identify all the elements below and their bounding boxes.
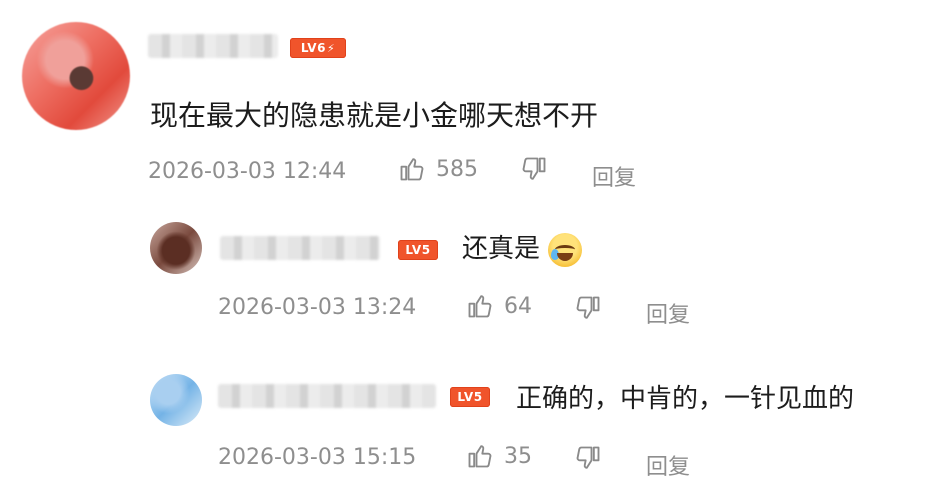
username-blurred[interactable] <box>148 34 278 58</box>
like-button[interactable] <box>466 292 494 320</box>
reply-text: 正确的，中肯的，一针见血的 <box>516 384 855 414</box>
timestamp: 2026-03-03 12:44 <box>148 158 347 184</box>
reply-button[interactable]: 回复 <box>646 297 690 329</box>
dislike-button[interactable] <box>520 155 548 183</box>
comment-meta: 2026-03-03 12:44 <box>148 156 346 186</box>
avatar[interactable] <box>150 222 202 274</box>
reply-button[interactable]: 回复 <box>592 160 636 192</box>
like-count: 585 <box>436 157 478 182</box>
reply-text: 还真是 <box>462 228 583 267</box>
level-badge-label: LV6 <box>300 41 326 55</box>
reply-text-content: 还真是 <box>462 234 541 264</box>
thumbs-down-icon <box>522 157 546 180</box>
username-blurred[interactable] <box>220 236 380 260</box>
laughing-crying-emoji-icon <box>548 232 583 267</box>
avatar[interactable] <box>150 374 202 426</box>
username-blurred[interactable] <box>218 384 436 408</box>
timestamp: 2026-03-03 15:15 <box>218 444 417 470</box>
bolt-icon: ⚡ <box>326 41 336 55</box>
thumbs-up-icon <box>468 445 492 468</box>
like-button[interactable] <box>466 442 494 470</box>
thumbs-up-icon <box>468 295 492 318</box>
avatar[interactable] <box>22 22 130 130</box>
dislike-button[interactable] <box>574 444 602 472</box>
dislike-button[interactable] <box>574 294 602 322</box>
level-badge: LV5 <box>450 387 490 407</box>
level-badge: LV5 <box>398 240 438 260</box>
like-count: 64 <box>504 294 532 319</box>
tear-icon <box>551 248 560 260</box>
thumbs-up-icon <box>400 158 424 181</box>
timestamp: 2026-03-03 13:24 <box>218 294 417 320</box>
reply-meta: 2026-03-03 15:15 <box>218 442 416 472</box>
like-button[interactable] <box>398 155 426 183</box>
thumbs-down-icon <box>576 296 600 319</box>
comment-text: 现在最大的隐患就是小金哪天想不开 <box>150 99 599 132</box>
level-badge: LV6 ⚡ <box>290 38 346 58</box>
like-count: 35 <box>504 444 532 469</box>
reply-button[interactable]: 回复 <box>646 449 690 481</box>
thumbs-down-icon <box>576 446 600 469</box>
reply-meta: 2026-03-03 13:24 <box>218 292 416 322</box>
